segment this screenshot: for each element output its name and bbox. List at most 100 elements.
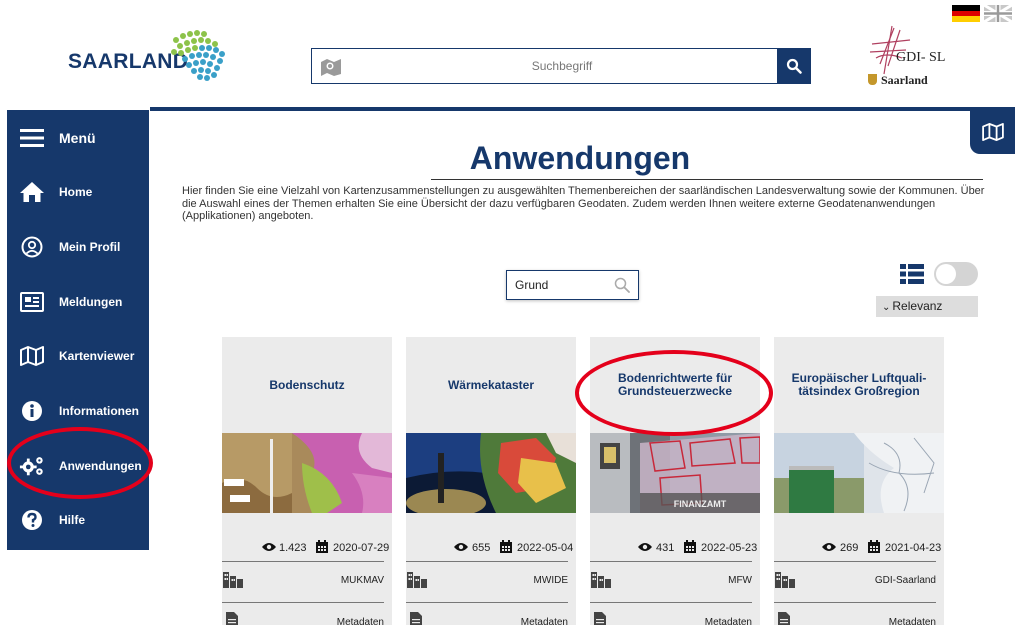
sidebar-item-help[interactable]: Hilfe bbox=[7, 500, 149, 540]
card-divider bbox=[590, 561, 752, 562]
sidebar-item-applications[interactable]: Anwendungen bbox=[7, 446, 149, 486]
building-icon bbox=[591, 572, 611, 588]
german-flag-icon[interactable] bbox=[952, 5, 980, 22]
card-divider bbox=[774, 561, 936, 562]
building-icon bbox=[407, 572, 427, 588]
sidebar-item-label: Hilfe bbox=[59, 513, 86, 527]
search-input[interactable] bbox=[352, 49, 772, 83]
card-divider bbox=[590, 602, 752, 603]
organization-label: MUKMAV bbox=[340, 575, 384, 586]
sidebar-item-notifications[interactable]: Meldungen bbox=[7, 282, 149, 322]
building-icon bbox=[223, 572, 243, 588]
sidebar-item-label: Kartenviewer bbox=[59, 349, 135, 363]
home-icon bbox=[19, 179, 45, 205]
date: 2022-05-04 bbox=[517, 542, 574, 554]
help-icon bbox=[19, 507, 45, 533]
card-thumbnail-image[interactable]: FINANZAMT bbox=[590, 433, 760, 513]
document-icon bbox=[410, 612, 422, 625]
map-search-icon bbox=[321, 59, 341, 76]
card-divider bbox=[222, 602, 384, 603]
filter-input[interactable] bbox=[515, 271, 610, 299]
date: 2021-04-23 bbox=[885, 542, 942, 554]
application-card-bodenrichtwerte[interactable]: Bodenrichtwerte für Grundsteuerzwecke FI… bbox=[590, 337, 760, 625]
calendar-icon bbox=[684, 540, 696, 553]
card-divider bbox=[774, 602, 936, 603]
filter-search-box bbox=[506, 270, 639, 300]
uk-flag-icon[interactable] bbox=[984, 5, 1012, 22]
card-stats: 655 2022-05-04 bbox=[406, 538, 576, 558]
magnifier-icon bbox=[786, 58, 802, 74]
organization-label: GDI-Saarland bbox=[874, 575, 936, 586]
page-title: Anwendungen bbox=[469, 140, 691, 176]
card-title[interactable]: Bodenrichtwerte für Grundsteuerzwecke bbox=[598, 337, 752, 433]
view-count: 655 bbox=[472, 542, 491, 554]
metadata-link[interactable]: Metadaten bbox=[337, 617, 384, 625]
svg-text:FINANZAMT: FINANZAMT bbox=[674, 499, 727, 509]
eye-icon bbox=[454, 543, 468, 551]
card-thumbnail-image[interactable] bbox=[774, 433, 944, 513]
magnifier-icon[interactable] bbox=[614, 277, 630, 293]
card-title[interactable]: Wärmekataster bbox=[414, 337, 568, 433]
gdi-saarland-text: Saarland bbox=[881, 73, 928, 87]
date: 2022-05-23 bbox=[701, 542, 758, 554]
view-count: 431 bbox=[656, 542, 675, 554]
document-icon bbox=[594, 612, 606, 625]
metadata-link[interactable]: Metadaten bbox=[521, 617, 568, 625]
header-divider bbox=[150, 107, 1015, 111]
metadata-link[interactable]: Metadaten bbox=[705, 617, 752, 625]
sidebar-item-information[interactable]: Informationen bbox=[7, 391, 149, 431]
application-card-luftqualitaet[interactable]: Europäischer Luftquali-tätsindex Großreg… bbox=[774, 337, 944, 625]
eye-icon bbox=[638, 543, 652, 551]
saarland-logo-icon[interactable] bbox=[164, 26, 234, 86]
card-stats: 1.423 2020-07-29 bbox=[222, 538, 392, 558]
map-icon bbox=[19, 343, 45, 369]
toggle-knob bbox=[936, 264, 956, 284]
document-icon bbox=[778, 612, 790, 625]
application-card-waermekataster[interactable]: Wärmekataster 655 2022-05-04 MWIDE Metad… bbox=[406, 337, 576, 625]
crest-icon bbox=[868, 74, 877, 85]
eye-icon bbox=[262, 543, 276, 551]
sidebar-item-label: Mein Profil bbox=[59, 240, 121, 254]
view-count: 1.423 bbox=[279, 542, 307, 554]
hamburger-icon bbox=[19, 125, 45, 151]
organization-label: MWIDE bbox=[533, 575, 568, 586]
sort-select[interactable]: ⌄ Relevanz bbox=[876, 296, 978, 317]
card-stats: 431 2022-05-23 bbox=[590, 538, 760, 558]
card-title[interactable]: Bodenschutz bbox=[230, 337, 384, 433]
calendar-icon bbox=[868, 540, 880, 553]
search-button[interactable] bbox=[777, 48, 811, 84]
document-icon bbox=[226, 612, 238, 625]
organization-label: MFW bbox=[728, 575, 752, 586]
search-bar bbox=[311, 48, 811, 84]
sidebar-item-menu[interactable]: Menü bbox=[7, 118, 149, 158]
sidebar-item-label: Home bbox=[59, 185, 93, 199]
info-icon bbox=[19, 398, 45, 424]
sidebar-item-profile[interactable]: Mein Profil bbox=[7, 227, 149, 267]
view-count: 269 bbox=[840, 542, 859, 554]
sidebar-item-label: Informationen bbox=[59, 404, 139, 418]
gears-icon bbox=[19, 453, 45, 479]
sidebar-item-home[interactable]: Home bbox=[7, 172, 149, 212]
card-thumbnail-image[interactable] bbox=[222, 433, 392, 513]
sidebar: Menü Home Mein Profil Meldungen Kartenvi… bbox=[7, 110, 149, 550]
intro-text: Hier finden Sie eine Vielzahl von Karten… bbox=[182, 185, 985, 222]
news-icon bbox=[19, 289, 45, 315]
sidebar-item-label: Meldungen bbox=[59, 295, 123, 309]
metadata-link[interactable]: Metadaten bbox=[889, 617, 936, 625]
header: SAARLAND Suchbegriff GDI- SL Saarland bbox=[0, 0, 1015, 108]
card-divider bbox=[222, 561, 384, 562]
sidebar-item-label: Menü bbox=[59, 130, 96, 146]
chevron-down-icon: ⌄ bbox=[882, 302, 891, 313]
card-divider bbox=[406, 602, 568, 603]
list-view-icon[interactable] bbox=[900, 264, 924, 284]
application-card-bodenschutz[interactable]: Bodenschutz 1.423 2020-07-29 MUKMAV Meta… bbox=[222, 337, 392, 625]
eye-icon bbox=[822, 543, 836, 551]
card-thumbnail-image[interactable] bbox=[406, 433, 576, 513]
title-divider bbox=[431, 179, 983, 180]
view-toggle-switch[interactable] bbox=[934, 262, 978, 286]
map-icon bbox=[981, 123, 1004, 141]
building-icon bbox=[775, 572, 795, 588]
sidebar-item-map-viewer[interactable]: Kartenviewer bbox=[7, 336, 149, 376]
card-title[interactable]: Europäischer Luftquali-tätsindex Großreg… bbox=[782, 337, 936, 433]
date: 2020-07-29 bbox=[333, 542, 390, 554]
